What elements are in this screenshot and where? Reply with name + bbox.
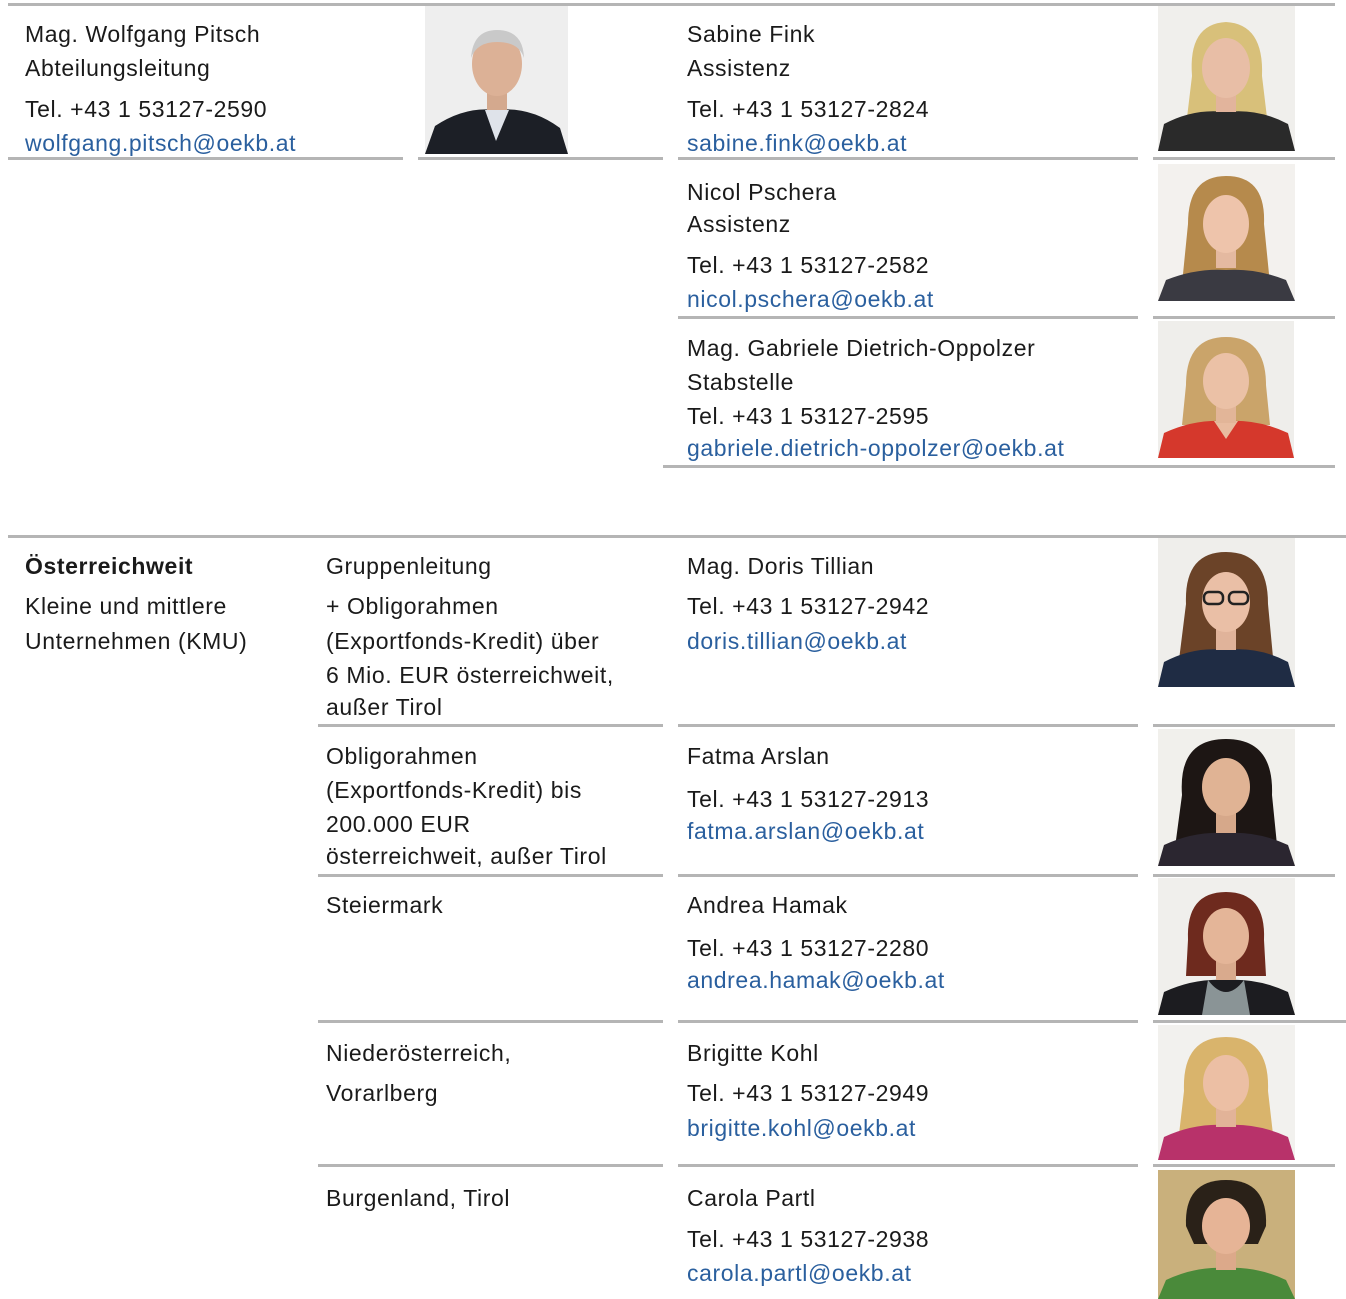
head-text-rule bbox=[8, 157, 403, 160]
group-contact-photo bbox=[1158, 1025, 1295, 1160]
group-contact-tel: Tel. +43 1 53127-2280 bbox=[687, 935, 930, 961]
assistant-name: Nicol Pschera bbox=[687, 179, 837, 205]
assistant-role: Assistenz bbox=[687, 55, 791, 81]
assistant-name: Mag. Gabriele Dietrich-Oppolzer bbox=[687, 335, 1036, 361]
group-area: 6 Mio. EUR österreichweit, bbox=[326, 662, 614, 688]
group-contact-tel: Tel. +43 1 53127-2942 bbox=[687, 593, 930, 619]
group-area: + Obligorahmen bbox=[326, 593, 499, 619]
assistant-photo bbox=[1158, 6, 1295, 151]
group-area: Steiermark bbox=[326, 892, 444, 918]
group-contact-photo bbox=[1158, 1170, 1295, 1299]
group-contact-rule bbox=[678, 874, 1138, 877]
assistant-photo-rule bbox=[1153, 316, 1335, 319]
head-photo-rule bbox=[418, 157, 663, 160]
group-contact-tel: Tel. +43 1 53127-2949 bbox=[687, 1080, 930, 1106]
group-contact-name: Fatma Arslan bbox=[687, 743, 830, 769]
head-name: Mag. Wolfgang Pitsch bbox=[25, 21, 261, 47]
top-rule bbox=[8, 3, 1335, 6]
head-tel: Tel. +43 1 53127-2590 bbox=[25, 96, 268, 122]
group-area: Gruppenleitung bbox=[326, 553, 492, 579]
group-contact-email-link[interactable]: carola.partl@oekb.at bbox=[687, 1259, 912, 1287]
section-title: Österreichweit bbox=[25, 553, 194, 579]
group-photo-rule bbox=[1153, 874, 1335, 877]
group-area: außer Tirol bbox=[326, 694, 443, 720]
assistant-photo bbox=[1158, 321, 1294, 458]
assistant-tel: Tel. +43 1 53127-2595 bbox=[687, 403, 930, 429]
group-area: Niederösterreich, bbox=[326, 1040, 512, 1066]
assistant-tel: Tel. +43 1 53127-2582 bbox=[687, 252, 930, 278]
section-subtitle: Unternehmen (KMU) bbox=[25, 628, 248, 654]
group-area: österreichweit, außer Tirol bbox=[326, 843, 607, 869]
assistant-email-link[interactable]: gabriele.dietrich-oppolzer@oekb.at bbox=[687, 434, 1064, 462]
group-area-rule bbox=[318, 1164, 663, 1167]
group-contact-photo bbox=[1158, 878, 1295, 1015]
group-photo-rule bbox=[1153, 1164, 1335, 1167]
group-contact-email-link[interactable]: fatma.arslan@oekb.at bbox=[687, 817, 924, 845]
group-contact-tel: Tel. +43 1 53127-2913 bbox=[687, 786, 930, 812]
group-area-rule bbox=[318, 874, 663, 877]
group-area: Vorarlberg bbox=[326, 1080, 439, 1106]
group-contact-photo bbox=[1158, 729, 1295, 866]
assistant-role: Assistenz bbox=[687, 211, 791, 237]
group-area-rule bbox=[318, 1020, 663, 1023]
assistant-email-link[interactable]: nicol.pschera@oekb.at bbox=[687, 285, 934, 313]
group-area: 200.000 EUR bbox=[326, 811, 471, 837]
head-email-link[interactable]: wolfgang.pitsch@oekb.at bbox=[25, 129, 296, 157]
section-subtitle: Kleine und mittlere bbox=[25, 593, 227, 619]
assistant-email-link[interactable]: sabine.fink@oekb.at bbox=[687, 129, 907, 157]
group-contact-email-link[interactable]: doris.tillian@oekb.at bbox=[687, 627, 907, 655]
assistant-tel: Tel. +43 1 53127-2824 bbox=[687, 96, 930, 122]
group-photo-rule bbox=[1153, 724, 1335, 727]
assistant-photo-rule bbox=[1153, 157, 1335, 160]
group-contact-rule bbox=[678, 1020, 1138, 1023]
group-contact-photo bbox=[1158, 538, 1295, 687]
assistant-role: Stabstelle bbox=[687, 369, 795, 395]
group-contact-name: Brigitte Kohl bbox=[687, 1040, 819, 1066]
head-photo bbox=[425, 6, 568, 154]
group-contact-rule bbox=[678, 724, 1138, 727]
assistant-rule bbox=[678, 316, 1138, 319]
group-contact-tel: Tel. +43 1 53127-2938 bbox=[687, 1226, 930, 1252]
group-area: (Exportfonds-Kredit) bis bbox=[326, 777, 582, 803]
assistant-name: Sabine Fink bbox=[687, 21, 816, 47]
group-photo-rule bbox=[1153, 1020, 1346, 1023]
group-contact-name: Mag. Doris Tillian bbox=[687, 553, 875, 579]
group-area: Obligorahmen bbox=[326, 743, 478, 769]
section-rule bbox=[8, 535, 1346, 538]
assistant-rule bbox=[678, 157, 1138, 160]
group-contact-rule bbox=[678, 1164, 1138, 1167]
assistant-rule bbox=[663, 465, 1335, 468]
group-contact-name: Carola Partl bbox=[687, 1185, 816, 1211]
group-contact-email-link[interactable]: brigitte.kohl@oekb.at bbox=[687, 1114, 916, 1142]
group-area-rule bbox=[318, 724, 663, 727]
group-area: (Exportfonds-Kredit) über bbox=[326, 628, 600, 654]
head-role: Abteilungsleitung bbox=[25, 55, 211, 81]
group-contact-email-link[interactable]: andrea.hamak@oekb.at bbox=[687, 966, 945, 994]
group-contact-name: Andrea Hamak bbox=[687, 892, 848, 918]
assistant-photo bbox=[1158, 164, 1295, 301]
group-area: Burgenland, Tirol bbox=[326, 1185, 511, 1211]
